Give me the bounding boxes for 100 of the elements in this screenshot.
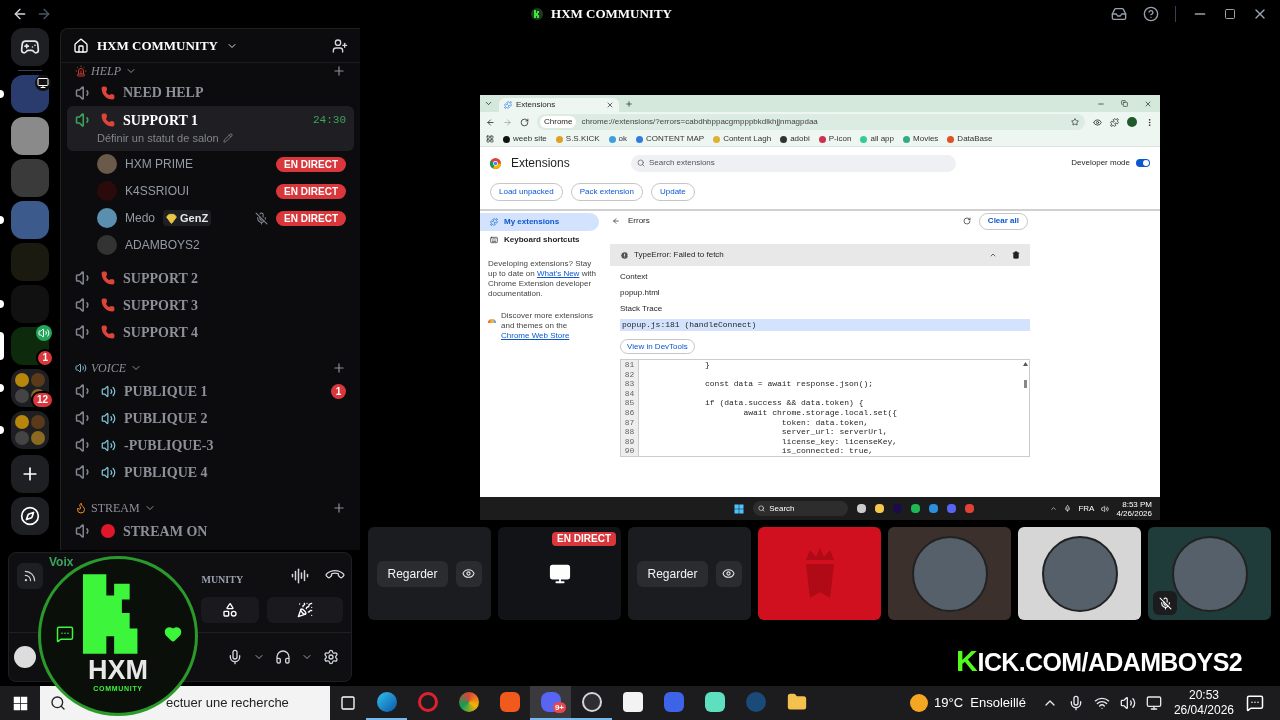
headphones-icon[interactable] bbox=[275, 649, 291, 665]
task-view-icon[interactable] bbox=[340, 695, 356, 711]
bookmark[interactable]: all app bbox=[860, 133, 894, 145]
tab-list-icon[interactable] bbox=[484, 99, 493, 108]
server-folder[interactable] bbox=[11, 369, 49, 407]
volume-icon[interactable] bbox=[1119, 695, 1136, 711]
bookmark[interactable]: weeb site bbox=[503, 133, 547, 145]
popout-button[interactable] bbox=[715, 560, 742, 587]
category-name[interactable]: VOICE bbox=[91, 358, 126, 377]
eye-icon[interactable] bbox=[1093, 117, 1102, 127]
reload-icon[interactable] bbox=[962, 217, 971, 225]
explore-button[interactable] bbox=[11, 497, 49, 535]
user-tile[interactable] bbox=[1148, 527, 1271, 620]
profile-avatar[interactable] bbox=[1127, 117, 1137, 127]
user-tile[interactable] bbox=[1018, 527, 1141, 620]
notifications-icon[interactable] bbox=[1246, 694, 1264, 712]
server-icon[interactable] bbox=[11, 117, 49, 155]
user-avatar[interactable] bbox=[14, 646, 36, 668]
stream-tile[interactable]: Regarder bbox=[628, 527, 751, 620]
close-icon[interactable] bbox=[606, 101, 614, 109]
sound-wave-icon[interactable] bbox=[291, 567, 309, 585]
plus-icon[interactable] bbox=[332, 64, 346, 78]
start-icon[interactable] bbox=[12, 695, 28, 711]
developer-mode-toggle[interactable] bbox=[1136, 159, 1150, 167]
voice-channel[interactable]: PUBLIQUE 1 1 bbox=[67, 377, 354, 405]
bookmark[interactable]: CONTENT MAP bbox=[636, 133, 705, 145]
stream-tile[interactable]: Regarder bbox=[368, 527, 491, 620]
web-store-link[interactable]: Chrome Web Store bbox=[501, 331, 570, 340]
microphone-icon[interactable] bbox=[227, 649, 243, 665]
soundboard-button[interactable] bbox=[267, 597, 343, 623]
voice-channel[interactable]: SUPPORT 3 bbox=[67, 291, 354, 319]
microphone-icon[interactable] bbox=[1064, 505, 1072, 512]
forward-icon[interactable] bbox=[36, 6, 52, 22]
server-name[interactable]: HXM COMMUNITY bbox=[97, 35, 218, 56]
volume-icon[interactable] bbox=[1101, 504, 1110, 513]
back-icon[interactable] bbox=[12, 6, 28, 22]
new-tab-icon[interactable] bbox=[625, 99, 633, 108]
apps-icon[interactable] bbox=[486, 135, 494, 143]
bookmark[interactable]: Content Lagh bbox=[713, 133, 772, 145]
watch-button[interactable]: Regarder bbox=[637, 560, 708, 587]
nav-item[interactable]: Keyboard shortcuts bbox=[480, 231, 599, 249]
invite-icon[interactable] bbox=[332, 37, 348, 54]
taskbar-app[interactable]: 9+ bbox=[530, 686, 571, 720]
pencil-icon[interactable] bbox=[222, 133, 233, 144]
menu-icon[interactable] bbox=[1145, 117, 1154, 127]
inbox-icon[interactable] bbox=[1111, 6, 1127, 22]
scroll-up-icon[interactable] bbox=[1023, 362, 1028, 366]
watch-button[interactable]: Regarder bbox=[377, 560, 448, 587]
server-folder[interactable] bbox=[11, 411, 49, 449]
app-logo-button[interactable] bbox=[11, 28, 49, 66]
back-icon[interactable] bbox=[486, 117, 495, 127]
browser-tab[interactable]: Extensions bbox=[499, 98, 619, 112]
puzzle-icon[interactable] bbox=[1110, 117, 1119, 127]
restore-icon[interactable] bbox=[1121, 100, 1128, 107]
clock-time[interactable]: 20:53 bbox=[1188, 688, 1219, 703]
bookmark[interactable]: S.S.KICK bbox=[555, 133, 600, 145]
plus-icon[interactable] bbox=[332, 500, 346, 515]
start-icon[interactable] bbox=[734, 503, 745, 514]
voice-channel[interactable]: SUPPORT 2 bbox=[67, 264, 354, 292]
user-tile[interactable] bbox=[888, 527, 1011, 620]
member-name[interactable]: ADAMBOYS2 bbox=[125, 236, 200, 254]
voice-channel[interactable]: STREAM ON bbox=[67, 517, 354, 545]
help-icon[interactable] bbox=[1143, 6, 1159, 22]
bookmark[interactable]: Movies bbox=[903, 133, 939, 145]
nav-item[interactable]: My extensions bbox=[480, 213, 599, 231]
member-name[interactable]: Medo bbox=[125, 209, 156, 227]
close-icon[interactable] bbox=[1144, 99, 1152, 108]
voice-channel[interactable]: -PUBLIQUE-3 bbox=[67, 431, 354, 459]
reload-icon[interactable] bbox=[520, 117, 529, 127]
activity-button[interactable] bbox=[201, 597, 259, 623]
voice-channel[interactable]: SUPPORT 1 24:30 Définir un statut de salon bbox=[67, 106, 354, 151]
address-bar[interactable]: Chrome chrome://extensions/?errors=cabdhbppacgmpppbkdlkhjjnmagpdaa bbox=[537, 114, 1085, 130]
voice-channel[interactable]: NEED HELP bbox=[67, 79, 354, 106]
plus-icon[interactable] bbox=[332, 360, 346, 375]
taskbar-search[interactable]: Search bbox=[753, 501, 849, 516]
member-name[interactable]: K4SSRIOUI bbox=[125, 182, 190, 200]
search-field[interactable]: Search extensions bbox=[631, 154, 956, 172]
trash-icon[interactable] bbox=[1012, 251, 1020, 259]
whats-new-link[interactable]: What's New bbox=[536, 269, 580, 278]
settings-icon[interactable] bbox=[323, 649, 339, 665]
bookmark[interactable]: adobi bbox=[780, 133, 810, 145]
voice-channel[interactable]: SUPPORT 4 bbox=[67, 318, 354, 346]
error-header[interactable]: TypeError: Failed to fetch bbox=[610, 244, 1030, 266]
bookmark[interactable]: ok bbox=[608, 133, 628, 145]
category-name[interactable]: HELP bbox=[91, 62, 121, 80]
star-icon[interactable] bbox=[1071, 118, 1079, 126]
bookmark[interactable]: DataBase bbox=[947, 133, 993, 145]
voice-channel[interactable]: PUBLIQUE 2 bbox=[67, 404, 354, 432]
member-name[interactable]: HXM PRIME bbox=[125, 155, 193, 173]
category-name[interactable]: STREAM bbox=[91, 498, 140, 517]
bookmark[interactable]: P-icon bbox=[818, 133, 852, 145]
popout-button[interactable] bbox=[455, 560, 482, 587]
stack-frame[interactable]: popup.js:181 (handleConnect) bbox=[620, 319, 1030, 331]
maximize-icon[interactable] bbox=[1224, 8, 1236, 20]
display-icon[interactable] bbox=[1145, 695, 1162, 711]
add-server-button[interactable] bbox=[11, 455, 49, 493]
user-tile[interactable] bbox=[758, 527, 881, 620]
language-indicator[interactable]: FRA bbox=[1078, 502, 1095, 515]
voice-channel[interactable]: PUBLIQUE 4 bbox=[67, 458, 354, 486]
stream-tile[interactable]: EN DIRECT bbox=[498, 527, 621, 620]
